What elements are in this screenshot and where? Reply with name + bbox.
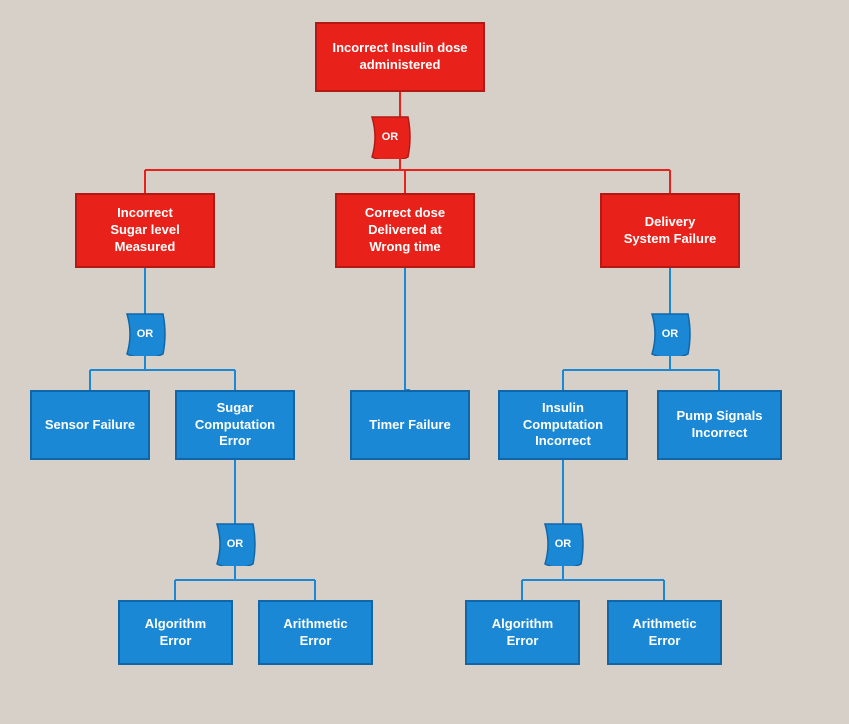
- node-timer-failure: Timer Failure: [350, 390, 470, 460]
- node-pump-signals-incorrect: Pump SignalsIncorrect: [657, 390, 782, 460]
- node-correct-dose-wrong-time: Correct doseDelivered atWrong time: [335, 193, 475, 268]
- node-incorrect-sugar: IncorrectSugar levelMeasured: [75, 193, 215, 268]
- or-gate-5-label: OR: [555, 538, 572, 550]
- or-gate-3: OR: [648, 312, 692, 356]
- or-gate-5: OR: [541, 522, 585, 566]
- node-algorithm-error-2: AlgorithmError: [465, 600, 580, 665]
- node-sensor-failure: Sensor Failure: [30, 390, 150, 460]
- or-gate-4: OR: [213, 522, 257, 566]
- node-arithmetic-error-1: ArithmeticError: [258, 600, 373, 665]
- or-gate-1: OR: [368, 115, 412, 159]
- node-arithmetic-error-2: ArithmeticError: [607, 600, 722, 665]
- node-delivery-system-failure: DeliverySystem Failure: [600, 193, 740, 268]
- or-gate-3-label: OR: [662, 328, 679, 340]
- node-sugar-computation-error: SugarComputationError: [175, 390, 295, 460]
- or-gate-2: OR: [123, 312, 167, 356]
- or-gate-1-label: OR: [382, 131, 399, 143]
- root-node: Incorrect Insulin dose administered: [315, 22, 485, 92]
- or-gate-2-label: OR: [137, 328, 154, 340]
- fault-tree-diagram: Incorrect Insulin dose administered Inco…: [0, 0, 849, 724]
- node-algorithm-error-1: AlgorithmError: [118, 600, 233, 665]
- node-insulin-computation-incorrect: InsulinComputationIncorrect: [498, 390, 628, 460]
- or-gate-4-label: OR: [227, 538, 244, 550]
